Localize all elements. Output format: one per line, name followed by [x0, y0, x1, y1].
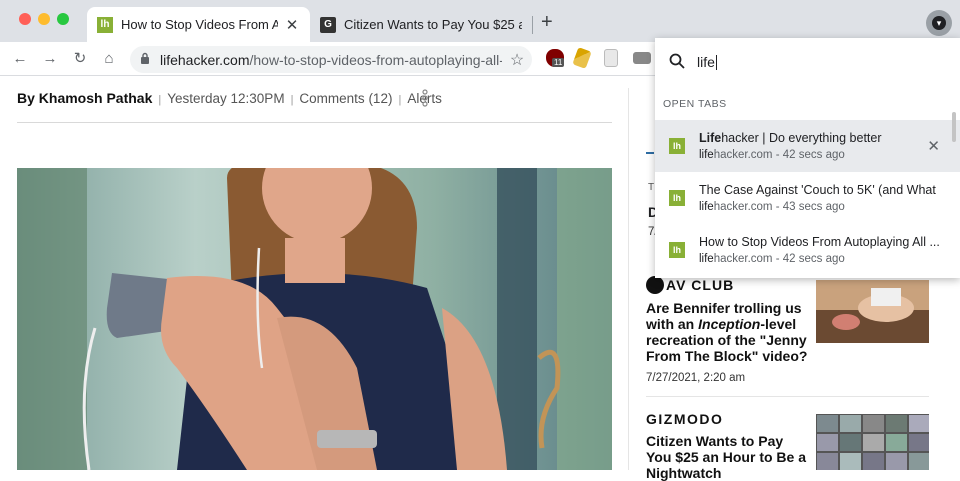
open-tabs-heading: OPEN TABS — [663, 98, 727, 110]
result-title: The Case Against 'Couch to 5K' (and What… — [699, 183, 939, 197]
avclub-thumbnail-image[interactable] — [816, 280, 929, 343]
comments-link[interactable]: Comments (12) — [299, 91, 392, 106]
forward-button[interactable]: → — [40, 49, 60, 69]
gizmodo-thumbnail-image[interactable] — [816, 414, 929, 477]
tab-gizmodo[interactable]: G Citizen Wants to Pay You $25 an Hour t… — [310, 7, 532, 42]
gizmodo-logo: GIZMODO — [646, 411, 724, 427]
close-tab-icon[interactable]: ✕ — [927, 137, 940, 155]
byline-divider — [17, 122, 612, 123]
open-tab-result[interactable]: lh How to Stop Videos From Autoplaying A… — [655, 224, 960, 276]
search-query: life — [697, 54, 715, 70]
sidebar-accent-line — [646, 152, 654, 154]
card-divider — [646, 396, 929, 397]
lifehacker-favicon-icon: lh — [669, 138, 685, 154]
tab-title: Citizen Wants to Pay You $25 an Hour to … — [344, 17, 522, 32]
extension-badge: 11 — [552, 58, 565, 67]
tab-title: How to Stop Videos From Autoplaying — [121, 17, 278, 32]
ublock-extension-icon[interactable]: 11 — [546, 49, 565, 67]
window-maximize-button[interactable] — [57, 13, 69, 25]
gizmodo-favicon-icon: G — [320, 16, 336, 33]
reload-button[interactable]: ↻ — [70, 49, 90, 69]
lifehacker-favicon-icon: lh — [97, 16, 113, 33]
result-subtitle: lifehacker.com - 43 secs ago — [699, 201, 845, 213]
open-tab-result[interactable]: lh Lifehacker | Do everything better lif… — [655, 120, 960, 172]
result-title: Lifehacker | Do everything better — [699, 131, 882, 145]
result-title: How to Stop Videos From Autoplaying All … — [699, 235, 939, 249]
tab-lifehacker[interactable]: lh How to Stop Videos From Autoplaying ✕ — [87, 7, 310, 42]
tab-search-button[interactable]: ▾ — [926, 10, 952, 36]
sidebar-card-gizmodo[interactable]: GIZMODO Citizen Wants to Pay You $25 an … — [646, 411, 811, 481]
back-button[interactable]: ← — [10, 49, 30, 69]
open-tab-result[interactable]: lh The Case Against 'Couch to 5K' (and W… — [655, 172, 960, 224]
sidebar-partial-label: T — [648, 182, 655, 193]
article-hero-image — [17, 168, 612, 470]
avclub-logo-icon — [646, 276, 664, 294]
article-byline: By Khamosh Pathak | Yesterday 12:30PM | Comm… — [17, 90, 442, 106]
sidebar-divider — [628, 88, 629, 470]
card-date: 7/27/2021, 2:20 am — [646, 372, 746, 384]
chevron-down-icon: ▾ — [932, 16, 946, 30]
tab-close-icon[interactable]: ✕ — [284, 16, 300, 34]
sidebar-card-avclub[interactable]: AV CLUB Are Bennifer trolling us with an… — [646, 276, 811, 384]
new-tab-button[interactable]: + — [541, 11, 553, 34]
lifehacker-favicon-icon: lh — [669, 242, 685, 258]
window-minimize-button[interactable] — [38, 13, 50, 25]
address-bar[interactable]: lifehacker.com/how-to-stop-videos-from-a… — [130, 46, 532, 73]
lock-icon — [130, 52, 160, 67]
avclub-logo: AV CLUB — [646, 276, 811, 294]
pocket-extension-icon[interactable] — [604, 49, 618, 67]
tab-search-field[interactable]: life — [655, 38, 960, 86]
home-button[interactable]: ⌂ — [99, 49, 119, 69]
card-headline[interactable]: Citizen Wants to Pay You $25 an Hour to … — [646, 433, 811, 481]
url-text: lifehacker.com/how-to-stop-videos-from-a… — [160, 51, 502, 68]
text-caret — [715, 54, 717, 70]
tab-separator — [532, 16, 533, 34]
tab-manager-extension-icon[interactable] — [633, 52, 651, 64]
search-icon — [669, 53, 685, 72]
lifehacker-favicon-icon: lh — [669, 190, 685, 206]
more-options-icon[interactable] — [421, 89, 429, 112]
dropdown-scrollbar[interactable] — [952, 112, 956, 142]
author-link[interactable]: By Khamosh Pathak — [17, 90, 152, 106]
result-subtitle: lifehacker.com - 42 secs ago — [699, 149, 845, 161]
result-subtitle: lifehacker.com - 42 secs ago — [699, 253, 845, 265]
window-close-button[interactable] — [19, 13, 31, 25]
publish-time: Yesterday 12:30PM — [167, 91, 285, 106]
card-headline[interactable]: Are Bennifer trolling us with an Incepti… — [646, 300, 811, 364]
tab-search-dropdown: life OPEN TABS lh Lifehacker | Do everyt… — [655, 38, 960, 278]
tab-strip: lh How to Stop Videos From Autoplaying ✕… — [0, 0, 960, 42]
bookmark-star-icon[interactable]: ☆ — [502, 50, 532, 70]
